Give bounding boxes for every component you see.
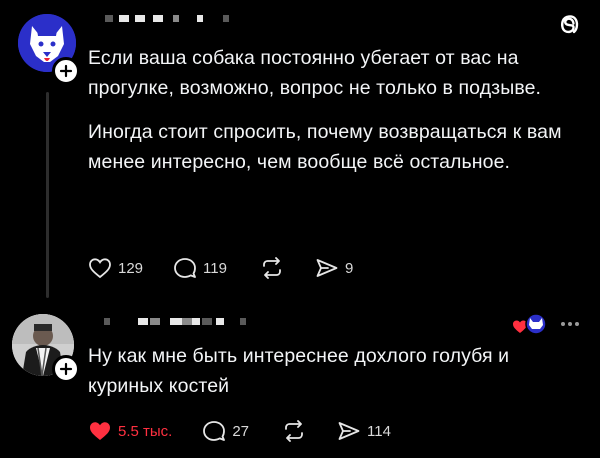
more-dot xyxy=(575,322,579,326)
post-paragraph-1: Если ваша собака постоянно убегает от ва… xyxy=(88,47,542,99)
like-count: 129 xyxy=(118,259,144,277)
comment-bubble-icon xyxy=(174,258,196,278)
reply-share-count: 114 xyxy=(367,422,391,440)
post-original: Если ваша собака постоянно убегает от ва… xyxy=(0,0,600,300)
reply-like-button[interactable]: 5.5 тыс. xyxy=(88,420,172,442)
reply-actions: 5.5 тыс. 27 114 xyxy=(88,420,391,442)
plus-icon xyxy=(59,64,73,78)
follow-button[interactable] xyxy=(52,57,80,85)
share-count: 9 xyxy=(344,259,354,277)
more-dot xyxy=(561,322,565,326)
post-actions: 129 119 9 xyxy=(88,257,353,279)
post-reply: Ну как мне быть интереснее дохлого голуб… xyxy=(0,300,600,458)
comment-bubble-icon xyxy=(203,421,226,441)
author-liked-indicator xyxy=(512,313,548,335)
repost-icon xyxy=(285,420,303,442)
repost-button[interactable] xyxy=(259,257,285,279)
share-button[interactable]: 9 xyxy=(315,257,353,279)
threads-logo-icon[interactable] xyxy=(556,12,582,43)
comment-count: 119 xyxy=(203,259,227,277)
plus-icon xyxy=(59,362,73,376)
comment-button[interactable]: 119 xyxy=(173,257,227,279)
reply-share-button[interactable]: 114 xyxy=(337,420,391,442)
send-icon xyxy=(316,259,338,277)
heart-with-avatar-icon xyxy=(513,313,547,335)
reply-text: Ну как мне быть интереснее дохлого голуб… xyxy=(88,345,510,397)
repost-icon xyxy=(263,257,281,279)
author-username-redacted[interactable] xyxy=(105,15,229,22)
heart-icon xyxy=(89,258,111,279)
like-button[interactable]: 129 xyxy=(88,257,143,279)
more-dot xyxy=(568,322,572,326)
reply-repost-button[interactable] xyxy=(281,420,307,442)
reply-comment-button[interactable]: 27 xyxy=(202,420,249,442)
reply-like-count: 5.5 тыс. xyxy=(118,422,173,440)
thread-line xyxy=(46,92,49,298)
reply-username-redacted[interactable] xyxy=(104,318,246,325)
send-icon xyxy=(338,422,360,440)
post-paragraph-2: Иногда стоит спросить, почему возвращать… xyxy=(88,121,562,173)
post-text: Если ваша собака постоянно убегает от ва… xyxy=(88,44,578,177)
heart-filled-icon xyxy=(90,422,110,440)
reply-comment-count: 27 xyxy=(232,422,250,440)
more-options-button[interactable] xyxy=(561,322,579,326)
reply-follow-button[interactable] xyxy=(52,355,80,383)
